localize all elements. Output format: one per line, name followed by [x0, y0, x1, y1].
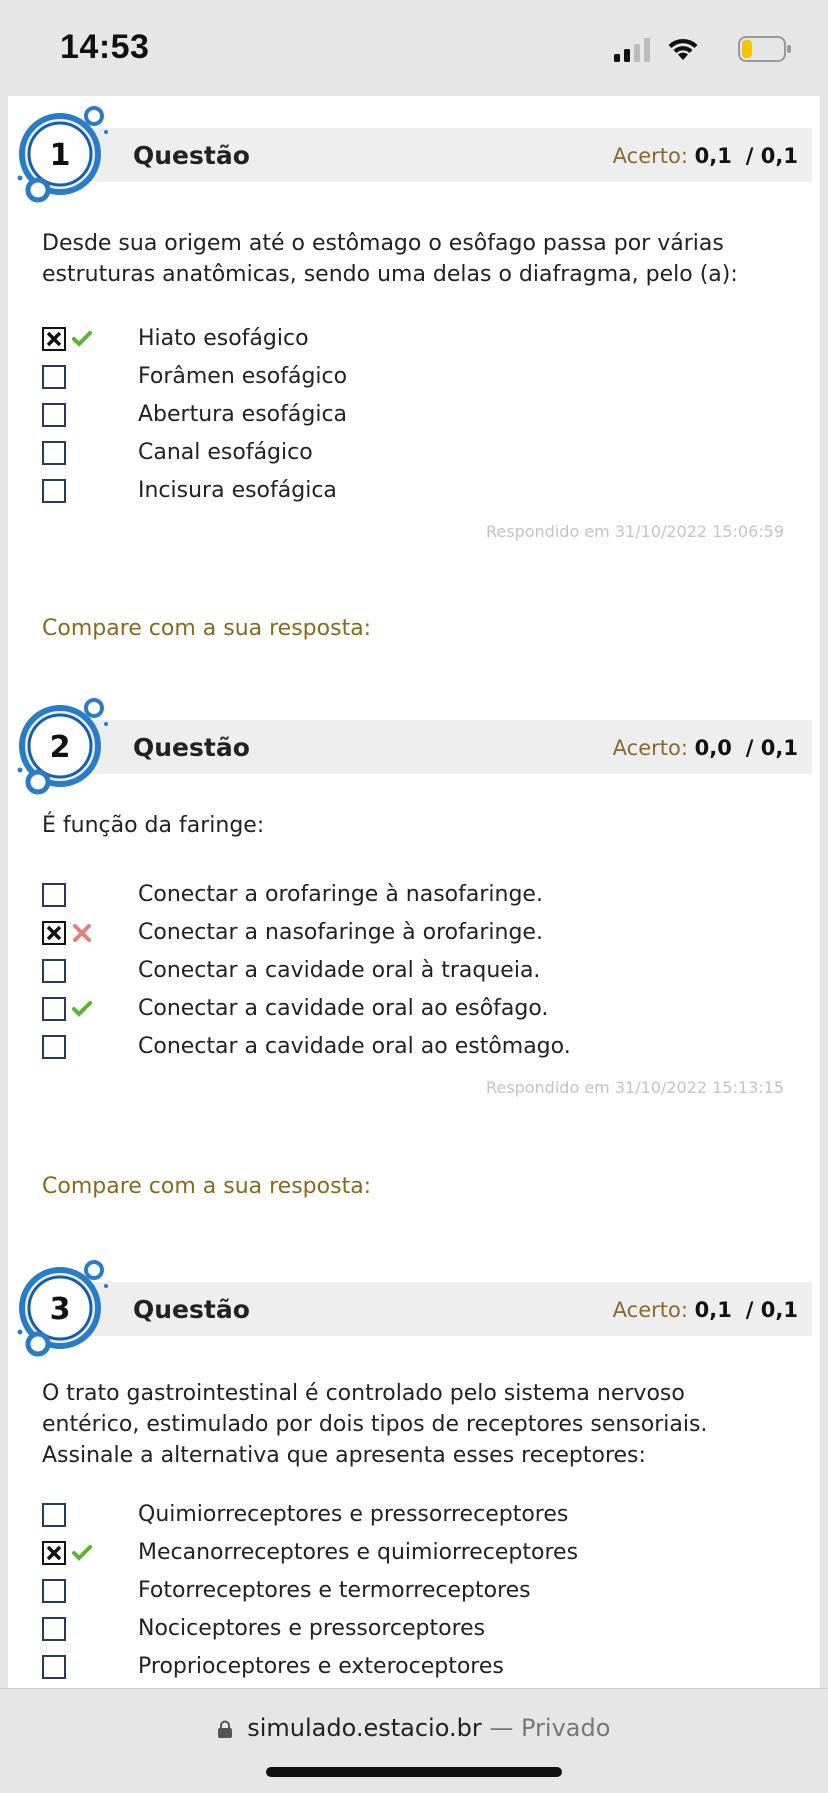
option-5[interactable]: Proprioceptores e exteroceptores	[42, 1652, 782, 1686]
option-4[interactable]: Conectar a cavidade oral ao esôfago.	[42, 994, 782, 1028]
checkbox[interactable]	[42, 1617, 66, 1641]
option-5[interactable]: Incisura esofágica	[42, 476, 782, 510]
compare-link[interactable]: Compare com a sua resposta:	[42, 1174, 371, 1199]
question-number-badge: 1	[17, 106, 108, 203]
option-2[interactable]: Mecanorreceptores e quimiorreceptores	[42, 1538, 782, 1572]
question-title: Questão	[133, 733, 250, 762]
option-2[interactable]: Forâmen esofágico	[42, 362, 782, 396]
question-header: Questão Acerto: 0,0 / 0,1	[34, 720, 812, 774]
checkbox[interactable]	[42, 883, 66, 907]
option-label: Forâmen esofágico	[138, 364, 348, 389]
url-domain: simulado.estacio.br	[247, 1714, 482, 1742]
option-label: Abertura esofágica	[138, 402, 348, 427]
question-text: Desde sua origem até o estômago o esôfag…	[42, 231, 738, 287]
question-score: Acerto: 0,0 / 0,1	[612, 736, 798, 760]
question-number-badge: 2	[17, 698, 108, 795]
checkbox[interactable]	[42, 403, 66, 427]
option-label: Proprioceptores e exteroceptores	[138, 1654, 504, 1679]
correct-check-icon	[72, 1001, 92, 1017]
answered-timestamp: Respondido em 31/10/2022 15:13:15	[486, 1078, 784, 1097]
checkbox[interactable]	[42, 959, 66, 983]
question-title: Questão	[133, 1295, 250, 1324]
option-3[interactable]: Fotorreceptores e termorreceptores	[42, 1576, 782, 1610]
browser-address-bar[interactable]: simulado.estacio.br — Privado	[0, 1688, 828, 1793]
option-5[interactable]: Conectar a cavidade oral ao estômago.	[42, 1032, 782, 1066]
option-4[interactable]: Nociceptores e pressorceptores	[42, 1614, 782, 1648]
cellular-signal-icon	[614, 38, 650, 62]
option-label: Canal esofágico	[138, 440, 313, 465]
x-icon	[46, 925, 62, 941]
status-bar: 14:53	[0, 0, 828, 96]
svg-text:3: 3	[50, 1292, 71, 1327]
option-label: Mecanorreceptores e quimiorreceptores	[138, 1540, 579, 1565]
private-mode-label: Privado	[521, 1714, 611, 1742]
question-number-badge: 3	[17, 1260, 108, 1357]
option-label: Conectar a orofaringe à nasofaringe.	[138, 882, 543, 907]
wifi-icon	[668, 38, 698, 60]
question-score: Acerto: 0,1 / 0,1	[612, 1298, 798, 1322]
option-label: Conectar a cavidade oral ao esôfago.	[138, 996, 549, 1021]
svg-text:1: 1	[50, 138, 71, 173]
checkbox-checked[interactable]	[42, 1541, 66, 1565]
checkbox[interactable]	[42, 1035, 66, 1059]
answered-timestamp: Respondido em 31/10/2022 15:06:59	[486, 522, 784, 541]
question-text: O trato gastrointestinal é controlado pe…	[42, 1381, 708, 1468]
option-3[interactable]: Conectar a cavidade oral à traqueia.	[42, 956, 782, 990]
checkbox[interactable]	[42, 1579, 66, 1603]
battery-icon	[738, 36, 791, 62]
checkbox[interactable]	[42, 997, 66, 1021]
correct-check-icon	[72, 1545, 92, 1561]
option-2[interactable]: Conectar a nasofaringe à orofaringe.	[42, 918, 782, 952]
option-label: Conectar a cavidade oral ao estômago.	[138, 1034, 571, 1059]
checkbox-checked[interactable]	[42, 921, 66, 945]
option-label: Nociceptores e pressorceptores	[138, 1616, 486, 1641]
compare-link[interactable]: Compare com a sua resposta:	[42, 616, 371, 641]
question-title: Questão	[133, 141, 250, 170]
option-4[interactable]: Canal esofágico	[42, 438, 782, 472]
home-indicator[interactable]	[266, 1767, 562, 1777]
question-header: Questão Acerto: 0,1 / 0,1	[34, 128, 812, 182]
option-label: Conectar a nasofaringe à orofaringe.	[138, 920, 543, 945]
checkbox[interactable]	[42, 365, 66, 389]
option-1[interactable]: Hiato esofágico	[42, 324, 782, 358]
option-1[interactable]: Conectar a orofaringe à nasofaringe.	[42, 880, 782, 914]
option-label: Fotorreceptores e termorreceptores	[138, 1578, 531, 1603]
option-1[interactable]: Quimiorreceptores e pressorreceptores	[42, 1500, 782, 1534]
clock: 14:53	[60, 28, 150, 66]
url-separator: —	[489, 1714, 514, 1742]
question-header: Questão Acerto: 0,1 / 0,1	[34, 1282, 812, 1336]
quiz-content[interactable]: Questão Acerto: 0,1 / 0,1 1 Desde sua or…	[8, 96, 820, 1688]
checkbox[interactable]	[42, 479, 66, 503]
option-label: Conectar a cavidade oral à traqueia.	[138, 958, 541, 983]
checkbox[interactable]	[42, 1503, 66, 1527]
question-text: É função da faringe:	[42, 813, 265, 838]
checkbox-checked[interactable]	[42, 327, 66, 351]
option-label: Hiato esofágico	[138, 326, 309, 351]
option-label: Quimiorreceptores e pressorreceptores	[138, 1502, 569, 1527]
lock-icon	[217, 1720, 232, 1738]
wrong-cross-icon	[73, 924, 91, 942]
question-score: Acerto: 0,1 / 0,1	[612, 144, 798, 168]
checkbox[interactable]	[42, 1655, 66, 1679]
x-icon	[46, 1545, 62, 1561]
url-display[interactable]: simulado.estacio.br — Privado	[0, 1714, 828, 1742]
option-label: Incisura esofágica	[138, 478, 337, 503]
option-3[interactable]: Abertura esofágica	[42, 400, 782, 434]
correct-check-icon	[72, 331, 92, 347]
x-icon	[46, 331, 62, 347]
svg-text:2: 2	[50, 730, 71, 765]
checkbox[interactable]	[42, 441, 66, 465]
